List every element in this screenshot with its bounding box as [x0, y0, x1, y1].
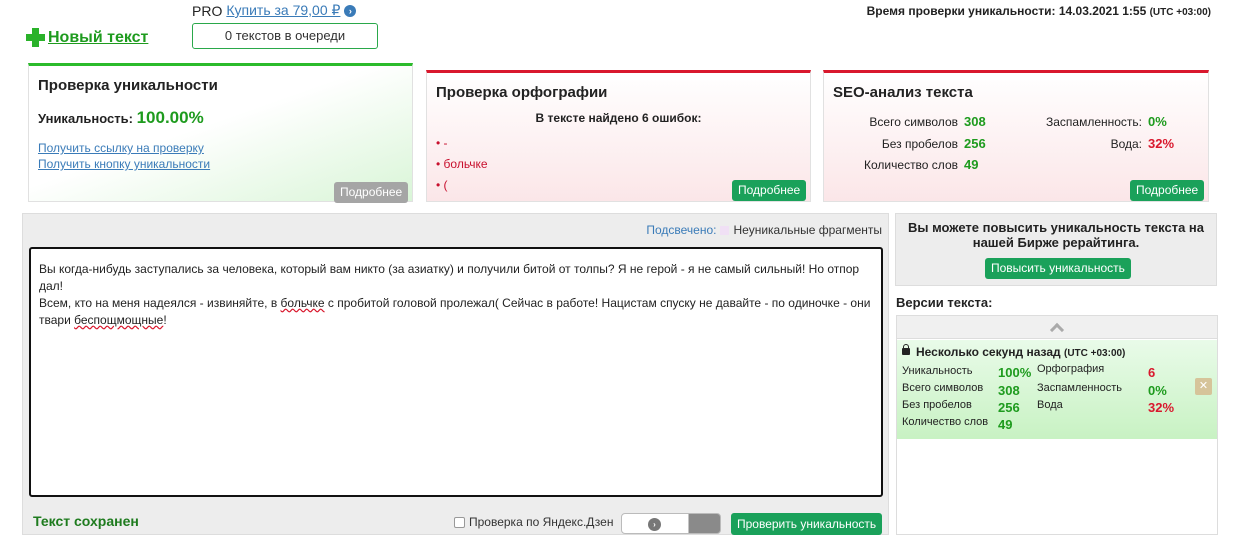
version-title-text: Несколько секунд назад — [916, 345, 1061, 359]
dzen-checkbox[interactable] — [454, 516, 465, 528]
uniqueness-more-button[interactable]: Подробнее — [334, 182, 409, 203]
seo-water: Вода: 32% — [994, 136, 1174, 151]
version-nospace-value: 256 — [998, 400, 1020, 415]
uniqueness-title: Проверка уникальности — [38, 77, 218, 94]
check-time: Время проверки уникальности: 14.03.2021 … — [867, 4, 1211, 18]
arrow-right-icon[interactable]: › — [344, 4, 357, 17]
close-icon[interactable]: ✕ — [1195, 378, 1212, 395]
seo-words-value: 49 — [964, 157, 979, 172]
version-total-value: 308 — [998, 383, 1020, 398]
seo-water-label: Вода: — [1110, 137, 1142, 151]
version-orth-label: Орфография — [1037, 363, 1105, 375]
pro-label: PRO — [192, 2, 223, 19]
editor-area: Подсвечено: Неуникальные фрагменты Вы ко… — [22, 213, 889, 535]
seo-total-chars-value: 308 — [964, 114, 986, 129]
lock-icon — [902, 344, 910, 355]
editor-text: ! — [163, 313, 167, 327]
version-total-label: Всего символов — [902, 382, 984, 394]
version-spam-label: Заспамленность — [1037, 382, 1122, 394]
buy-pro-link[interactable]: Купить за 79,00 ₽ — [226, 2, 340, 19]
spelling-more-button[interactable]: Подробнее — [732, 180, 807, 201]
seo-no-spaces-label: Без пробелов — [881, 137, 958, 151]
uniqueness-label: Уникальность: — [38, 111, 133, 126]
spelling-title: Проверка орфографии — [436, 84, 608, 101]
pro-block: PRO Купить за 79,00 ₽ › — [192, 2, 357, 19]
uniqueness-line: Уникальность: 100.00% — [38, 108, 204, 128]
spelling-error-item[interactable]: • больчке — [436, 157, 488, 171]
new-text-label[interactable]: Новый текст — [48, 29, 148, 47]
seo-panel: SEO-анализ текста Всего символов 308 Без … — [823, 70, 1209, 202]
text-editor[interactable]: Вы когда-нибудь заступались за человека,… — [29, 247, 883, 497]
version-words-value: 49 — [998, 417, 1013, 432]
misspelled-word[interactable]: беспощмощные — [74, 313, 163, 327]
version-water-label: Вода — [1037, 399, 1063, 411]
spelling-subtitle: В тексте найдено 6 ошибок: — [535, 111, 702, 125]
check-time-tz: (UTC +03:00) — [1149, 7, 1211, 18]
get-check-link[interactable]: Получить ссылку на проверку — [38, 141, 204, 155]
new-text-link[interactable]: Новый текст — [26, 28, 148, 47]
highlight-label: Подсвечено: — [646, 223, 717, 237]
scroll-up-button[interactable] — [897, 316, 1217, 339]
version-nospace-label: Без пробелов — [902, 399, 972, 411]
saved-status: Текст сохранен — [33, 513, 139, 529]
version-uniq-value: 100% — [998, 365, 1032, 380]
seo-spam-label: Заспамленность: — [1045, 115, 1142, 129]
seo-no-spaces-value: 256 — [964, 136, 986, 151]
highlight-legend-text: Неуникальные фрагменты — [733, 223, 882, 237]
spelling-panel: Проверка орфографии В тексте найдено 6 о… — [426, 70, 811, 202]
uniqueness-panel: Проверка уникальности Уникальность: 100.… — [28, 63, 413, 203]
version-tz: (UTC +03:00) — [1063, 348, 1126, 359]
version-water-value: 32% — [1148, 400, 1175, 415]
increase-uniqueness-button[interactable]: Повысить уникальность — [985, 258, 1131, 279]
version-orth-value: 6 — [1148, 365, 1156, 380]
version-spam-value: 0% — [1148, 383, 1167, 398]
version-uniq-label: Уникальность — [902, 365, 973, 377]
get-uniqueness-button-link[interactable]: Получить кнопку уникальности — [38, 157, 210, 171]
highlight-legend: Подсвечено: Неуникальные фрагменты — [646, 223, 882, 237]
queue-button[interactable]: 0 текстов в очереди — [192, 23, 378, 49]
spelling-error-item[interactable]: • ( — [436, 178, 448, 192]
seo-spam: Заспамленность: 0% — [994, 114, 1167, 129]
seo-no-spaces: Без пробелов 256 — [824, 136, 986, 151]
versions-list: Несколько секунд назад (UTC +03:00) Уник… — [896, 315, 1218, 535]
promo-text: Вы можете повысить уникальность текста н… — [907, 220, 1205, 250]
seo-title: SEO-анализ текста — [833, 84, 973, 101]
seo-total-chars: Всего символов 308 — [824, 114, 986, 129]
chevron-up-icon — [1049, 322, 1065, 338]
toggle-arrow-icon[interactable]: › — [648, 518, 661, 531]
mode-toggle[interactable]: › — [621, 513, 721, 534]
seo-total-chars-label: Всего символов — [869, 115, 958, 129]
editor-line-2: Всем, кто на меня надеялся - извиняйте, … — [39, 295, 873, 329]
seo-water-value: 32% — [1148, 136, 1175, 151]
editor-text: Всем, кто на меня надеялся - извиняйте, … — [39, 296, 281, 310]
spelling-error-item[interactable]: • - — [436, 136, 448, 150]
dzen-check[interactable]: Проверка по Яндекс.Дзен — [454, 515, 613, 529]
highlight-swatch — [720, 225, 730, 235]
version-words-label: Количество слов — [902, 416, 989, 428]
uniqueness-value: 100.00% — [136, 108, 204, 127]
check-uniqueness-button[interactable]: Проверить уникальность — [731, 513, 883, 535]
versions-title: Версии текста: — [896, 295, 993, 310]
version-item[interactable]: Несколько секунд назад (UTC +03:00) Уник… — [897, 340, 1217, 439]
dzen-label[interactable]: Проверка по Яндекс.Дзен — [469, 515, 613, 529]
seo-words: Количество слов 49 — [824, 157, 978, 172]
editor-line-1: Вы когда-нибудь заступались за человека,… — [39, 262, 860, 293]
seo-more-button[interactable]: Подробнее — [1130, 180, 1205, 201]
plus-icon — [26, 28, 45, 47]
version-title: Несколько секунд назад (UTC +03:00) — [916, 345, 1125, 359]
seo-words-label: Количество слов — [864, 158, 958, 172]
misspelled-word[interactable]: больчке — [281, 296, 325, 310]
check-time-label: Время проверки уникальности: 14.03.2021 … — [866, 4, 1147, 18]
promo-box: Вы можете повысить уникальность текста н… — [895, 213, 1217, 286]
seo-spam-value: 0% — [1148, 114, 1167, 129]
